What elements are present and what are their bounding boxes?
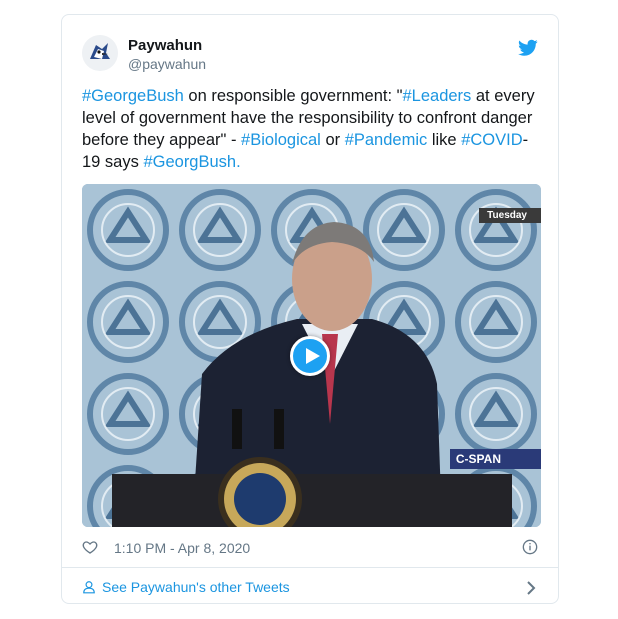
chevron-right-icon[interactable] (526, 581, 536, 595)
blue-jay-avatar-icon (82, 35, 118, 71)
tweet-text-span: or (320, 131, 345, 149)
hashtag-link[interactable]: #COVID (461, 131, 522, 149)
network-overlay: C-SPAN (449, 449, 541, 469)
hashtag-link[interactable]: #Biological (241, 131, 321, 149)
person-icon (83, 581, 95, 594)
hashtag-link[interactable]: #GeorgBush (143, 153, 236, 171)
avatar[interactable] (82, 35, 118, 71)
tweet-text-span: . (236, 153, 241, 171)
play-icon[interactable] (290, 336, 330, 376)
tweet-header: Paywahun @paywahun (82, 35, 538, 75)
heart-icon[interactable] (82, 539, 98, 555)
tweet-card: Paywahun @paywahun #GeorgeBush on respon… (61, 14, 559, 604)
tweet-text-span: like (427, 131, 462, 149)
hashtag-link[interactable]: #GeorgeBush (82, 87, 184, 105)
author-name[interactable]: Paywahun (128, 37, 202, 54)
info-icon[interactable] (522, 539, 538, 555)
tweet-text: #GeorgeBush on responsible government: "… (82, 85, 542, 173)
timestamp[interactable]: 1:10 PM - Apr 8, 2020 (114, 540, 250, 556)
see-other-tweets-link[interactable]: See Paywahun's other Tweets (82, 577, 538, 599)
twitter-bird-icon[interactable] (518, 39, 538, 57)
day-overlay: Tuesday (479, 208, 541, 223)
hashtag-link[interactable]: #Leaders (402, 87, 471, 105)
see-other-tweets-label[interactable]: See Paywahun's other Tweets (102, 579, 290, 595)
hashtag-link[interactable]: #Pandemic (345, 131, 428, 149)
author-handle[interactable]: @paywahun (128, 56, 206, 72)
tweet-meta: 1:10 PM - Apr 8, 2020 (82, 537, 538, 559)
tweet-text-span: on responsible government: " (183, 87, 403, 105)
video-thumbnail[interactable]: Tuesday C-SPAN (82, 184, 541, 527)
divider (62, 567, 558, 568)
